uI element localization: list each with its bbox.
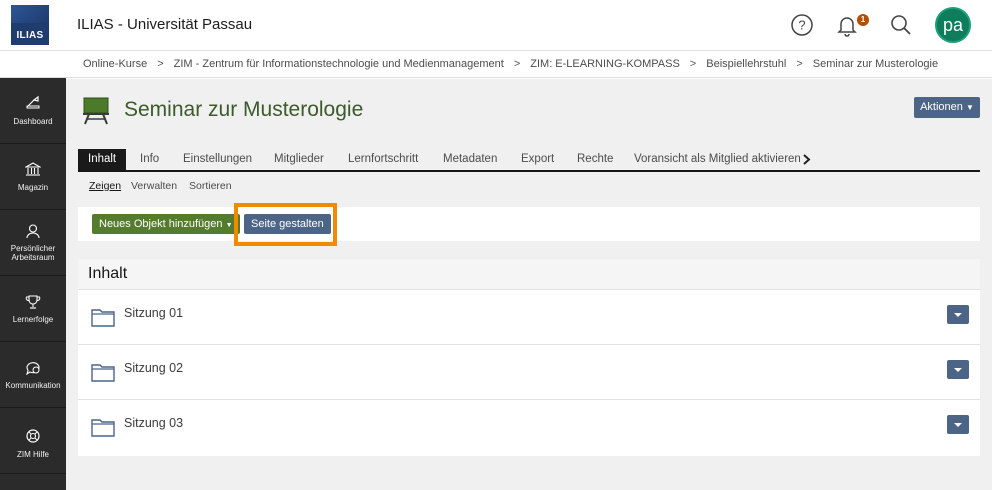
- trophy-icon: [25, 295, 41, 309]
- chevron-right-icon: >: [157, 58, 164, 70]
- sidebar-item-label: Kommunikation: [5, 381, 61, 390]
- list-item[interactable]: Sitzung 01: [78, 290, 980, 345]
- item-actions-dropdown[interactable]: [947, 360, 969, 379]
- subtab-zeigen[interactable]: Zeigen: [89, 180, 121, 192]
- breadcrumb: Online-Kurse > ZIM - Zentrum für Informat…: [0, 51, 992, 78]
- notification-badge: 1: [857, 14, 869, 26]
- subtab-verwalten[interactable]: Verwalten: [131, 180, 177, 192]
- top-header: ILIAS ILIAS - Universität Passau ? 1 pa: [0, 0, 992, 51]
- help-icon[interactable]: ?: [790, 13, 814, 37]
- breadcrumb-item[interactable]: Beispiellehrstuhl: [706, 58, 786, 70]
- app-title: ILIAS - Universität Passau: [77, 16, 253, 33]
- user-icon: [26, 224, 40, 239]
- bell-icon[interactable]: [835, 13, 859, 37]
- search-icon[interactable]: [889, 13, 913, 37]
- item-title[interactable]: Sitzung 01: [124, 306, 183, 320]
- list-item[interactable]: Sitzung 02: [78, 345, 980, 400]
- actions-button-label: Aktionen: [920, 101, 963, 113]
- content-heading: Inhalt: [88, 265, 128, 282]
- caret-down-icon: ▼: [225, 222, 233, 229]
- course-icon: [83, 97, 109, 125]
- breadcrumb-item[interactable]: Online-Kurse: [83, 58, 147, 70]
- lifebuoy-icon: [26, 429, 40, 443]
- caret-down-icon: ▼: [965, 103, 974, 112]
- tab-export[interactable]: Export: [511, 149, 564, 170]
- chevron-right-icon: >: [796, 58, 803, 70]
- tab-metadaten[interactable]: Metadaten: [433, 149, 507, 170]
- page-title: Seminar zur Musterologie: [124, 98, 364, 121]
- sidebar-item-magazin[interactable]: Magazin: [0, 144, 66, 210]
- add-new-object-label: Neues Objekt hinzufügen: [99, 218, 223, 230]
- tab-info[interactable]: Info: [130, 149, 169, 170]
- tab-bar: Inhalt Info Einstellungen Mitglieder Ler…: [78, 149, 980, 172]
- sidebar-item-label: Lernerfolge: [12, 315, 54, 324]
- folder-icon: [91, 419, 115, 437]
- item-actions-dropdown[interactable]: [947, 415, 969, 434]
- actions-button[interactable]: Aktionen ▼: [914, 97, 980, 118]
- chevron-right-icon: >: [689, 58, 697, 70]
- tab-mitglieder[interactable]: Mitglieder: [264, 149, 334, 170]
- item-title[interactable]: Sitzung 03: [124, 416, 183, 430]
- sidebar-item-label: Magazin: [17, 183, 49, 192]
- breadcrumb-item[interactable]: ZIM - Zentrum für Informationstechnologi…: [174, 58, 504, 70]
- sidebar-item-label: ZIM Hilfe: [17, 450, 49, 459]
- tab-inhalt[interactable]: Inhalt: [78, 149, 127, 170]
- sidebar-item-workspace[interactable]: Persönlicher Arbeitsraum: [0, 210, 66, 276]
- chevron-right-icon: >: [513, 58, 521, 70]
- sidebar-item-label: Arbeitsraum: [11, 253, 55, 262]
- tab-lernfortschritt[interactable]: Lernfortschritt: [338, 149, 428, 170]
- toolbar: Neues Objekt hinzufügen ▼ Seite gestalte…: [78, 203, 980, 246]
- content-block: Inhalt Sitzung 01 Sitzung 02 Sitzung 03: [78, 259, 980, 456]
- sidebar-item-lernerfolge[interactable]: Lernerfolge: [0, 276, 66, 342]
- design-page-button[interactable]: Seite gestalten: [244, 214, 331, 234]
- logo-text: ILIAS: [16, 30, 44, 41]
- svg-text:?: ?: [798, 18, 805, 33]
- breadcrumb-item[interactable]: ZIM: E-LEARNING-KOMPASS: [530, 58, 680, 70]
- sidebar-item-dashboard[interactable]: Dashboard: [0, 78, 66, 144]
- item-actions-dropdown[interactable]: [947, 305, 969, 324]
- user-avatar[interactable]: pa: [935, 7, 971, 43]
- chevron-right-icon[interactable]: [803, 154, 811, 165]
- content-header: Inhalt: [78, 259, 980, 290]
- repository-icon: [25, 162, 41, 176]
- tab-einstellungen[interactable]: Einstellungen: [173, 149, 262, 170]
- sidebar-item-label: Dashboard: [13, 117, 53, 126]
- tab-rechte[interactable]: Rechte: [567, 149, 623, 170]
- main-sidebar: Dashboard Magazin Persönlicher Arbeitsra…: [0, 78, 66, 490]
- subtab-sortieren[interactable]: Sortieren: [189, 180, 232, 192]
- dashboard-icon: [26, 95, 40, 109]
- sidebar-item-label: Persönlicher: [10, 244, 56, 253]
- main-content: Seminar zur Musterologie Aktionen ▼ Inha…: [66, 79, 992, 490]
- sidebar-item-kommunikation[interactable]: Kommunikation: [0, 342, 66, 408]
- item-title[interactable]: Sitzung 02: [124, 361, 183, 375]
- chat-icon: [26, 362, 40, 376]
- folder-icon: [91, 309, 115, 327]
- folder-icon: [91, 364, 115, 382]
- ilias-logo[interactable]: ILIAS: [11, 5, 49, 45]
- sidebar-item-zim-hilfe[interactable]: ZIM Hilfe: [0, 408, 66, 474]
- breadcrumb-item-current[interactable]: Seminar zur Musterologie: [813, 58, 938, 70]
- tab-preview-as-member[interactable]: Voransicht als Mitglied aktivieren: [624, 149, 811, 170]
- add-new-object-button[interactable]: Neues Objekt hinzufügen ▼: [92, 214, 240, 234]
- list-item[interactable]: Sitzung 03: [78, 400, 980, 455]
